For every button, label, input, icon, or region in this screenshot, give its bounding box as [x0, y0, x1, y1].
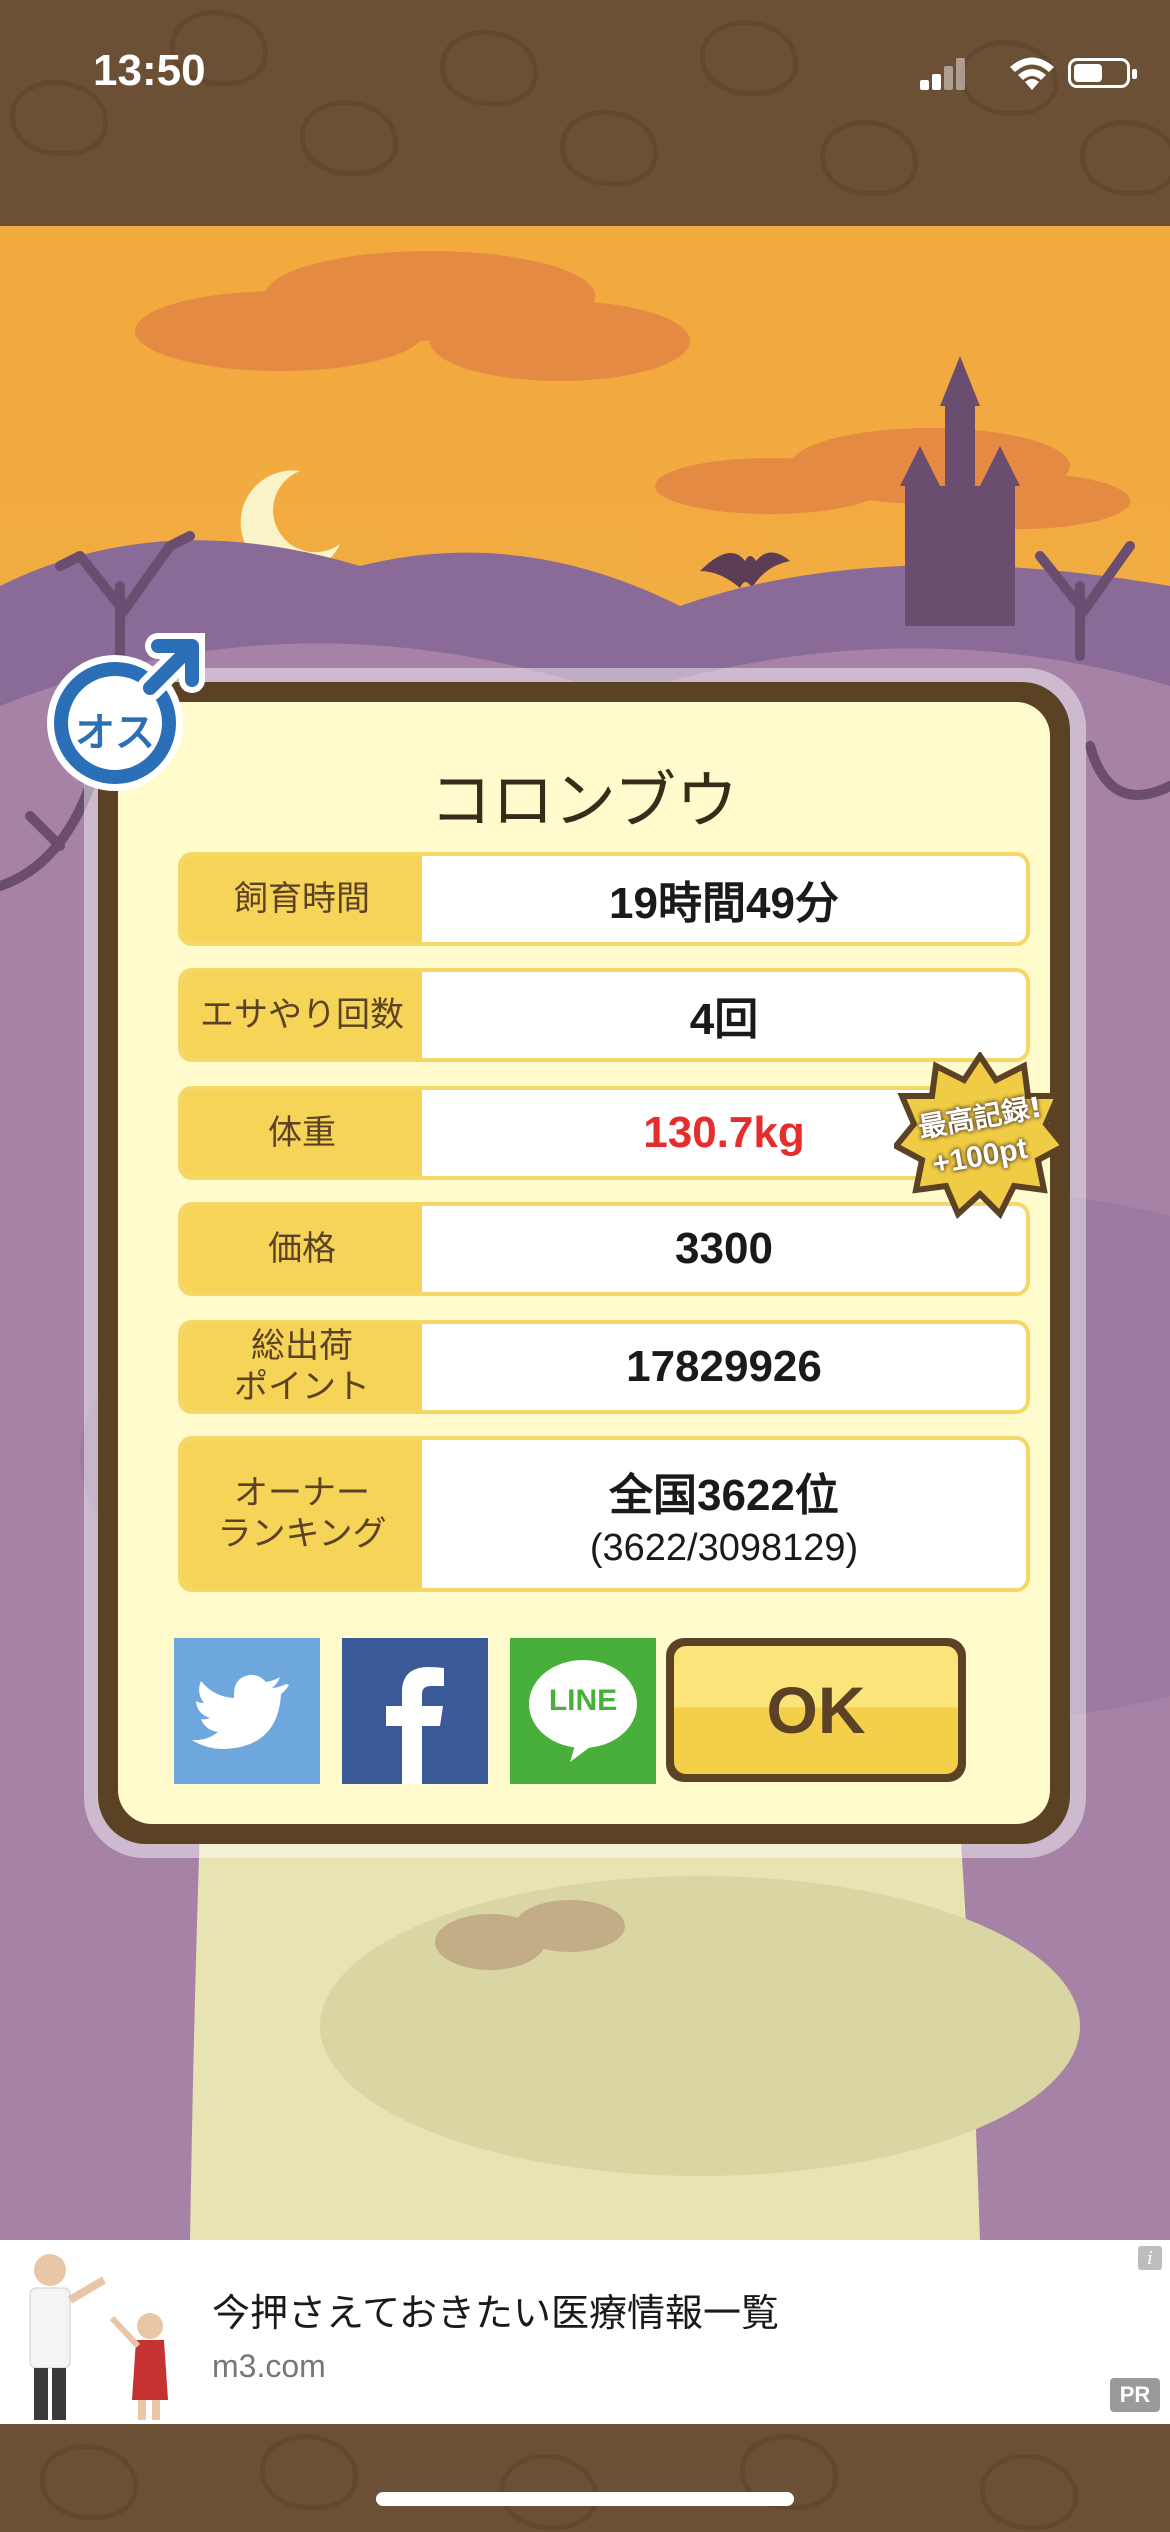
battery-icon: [1068, 58, 1137, 88]
row-breeding-time: 飼育時間 19時間49分: [178, 852, 1030, 946]
ok-button[interactable]: OK: [666, 1638, 966, 1782]
row-value: 17829926: [626, 1342, 822, 1391]
twitter-icon: [192, 1674, 289, 1749]
result-panel: コロンブウ 飼育時間 19時間49分 エサやり回数 4回 体重 130.7kg …: [118, 702, 1050, 1824]
row-label: 総出荷 ポイント: [182, 1324, 422, 1410]
pet-name-title: コロンブウ: [429, 764, 739, 837]
ad-url: m3.com: [212, 2348, 326, 2384]
facebook-icon: [386, 1667, 444, 1784]
ad-title[interactable]: 今押さえておきたい医療情報一覧: [212, 2282, 779, 2337]
ad-illustration: [29, 2254, 168, 2420]
bottom-pattern-band: [0, 2424, 1170, 2532]
ad-pr-badge: PR: [1110, 2378, 1160, 2412]
twitter-share-button[interactable]: [174, 1638, 320, 1784]
facebook-share-button[interactable]: [342, 1638, 488, 1784]
ranking-detail: (3622/3098129): [589, 1526, 859, 1569]
ok-button-label: OK: [674, 1646, 958, 1774]
row-label: エサやり回数: [182, 972, 422, 1058]
gender-label: オス: [75, 710, 155, 756]
ad-banner[interactable]: 今押さえておきたい医療情報一覧 m3.com i PR: [0, 2240, 1170, 2424]
home-indicator[interactable]: [376, 2492, 794, 2506]
row-value: 4回: [689, 995, 759, 1044]
row-label: オーナー ランキング: [182, 1440, 422, 1588]
status-icons: [920, 52, 1137, 96]
male-gender-badge: オス: [40, 628, 210, 798]
status-time: 13:50: [93, 46, 206, 95]
row-total-points: 総出荷 ポイント 17829926: [178, 1320, 1030, 1414]
ad-info-icon[interactable]: i: [1138, 2246, 1162, 2270]
row-label: 価格: [182, 1206, 422, 1292]
signal-icon: [920, 52, 970, 96]
line-share-button[interactable]: LINE: [510, 1638, 656, 1784]
row-label: 飼育時間: [182, 856, 422, 942]
top-pattern-band: [0, 0, 1170, 226]
ranking-value: 全国3622位: [609, 1470, 839, 1520]
wifi-icon: [1010, 57, 1054, 90]
row-value: 全国3622位 (3622/3098129): [422, 1440, 1026, 1588]
line-label: LINE: [548, 1684, 618, 1717]
record-badge: 最高記録! +100pt: [891, 1050, 1069, 1224]
row-value: 19時間49分: [609, 879, 839, 928]
row-feed-count: エサやり回数 4回: [178, 968, 1030, 1062]
row-owner-ranking: オーナー ランキング 全国3622位 (3622/3098129): [178, 1436, 1030, 1592]
row-label: 体重: [182, 1090, 422, 1176]
result-dialog: コロンブウ 飼育時間 19時間49分 エサやり回数 4回 体重 130.7kg …: [98, 682, 1070, 1844]
